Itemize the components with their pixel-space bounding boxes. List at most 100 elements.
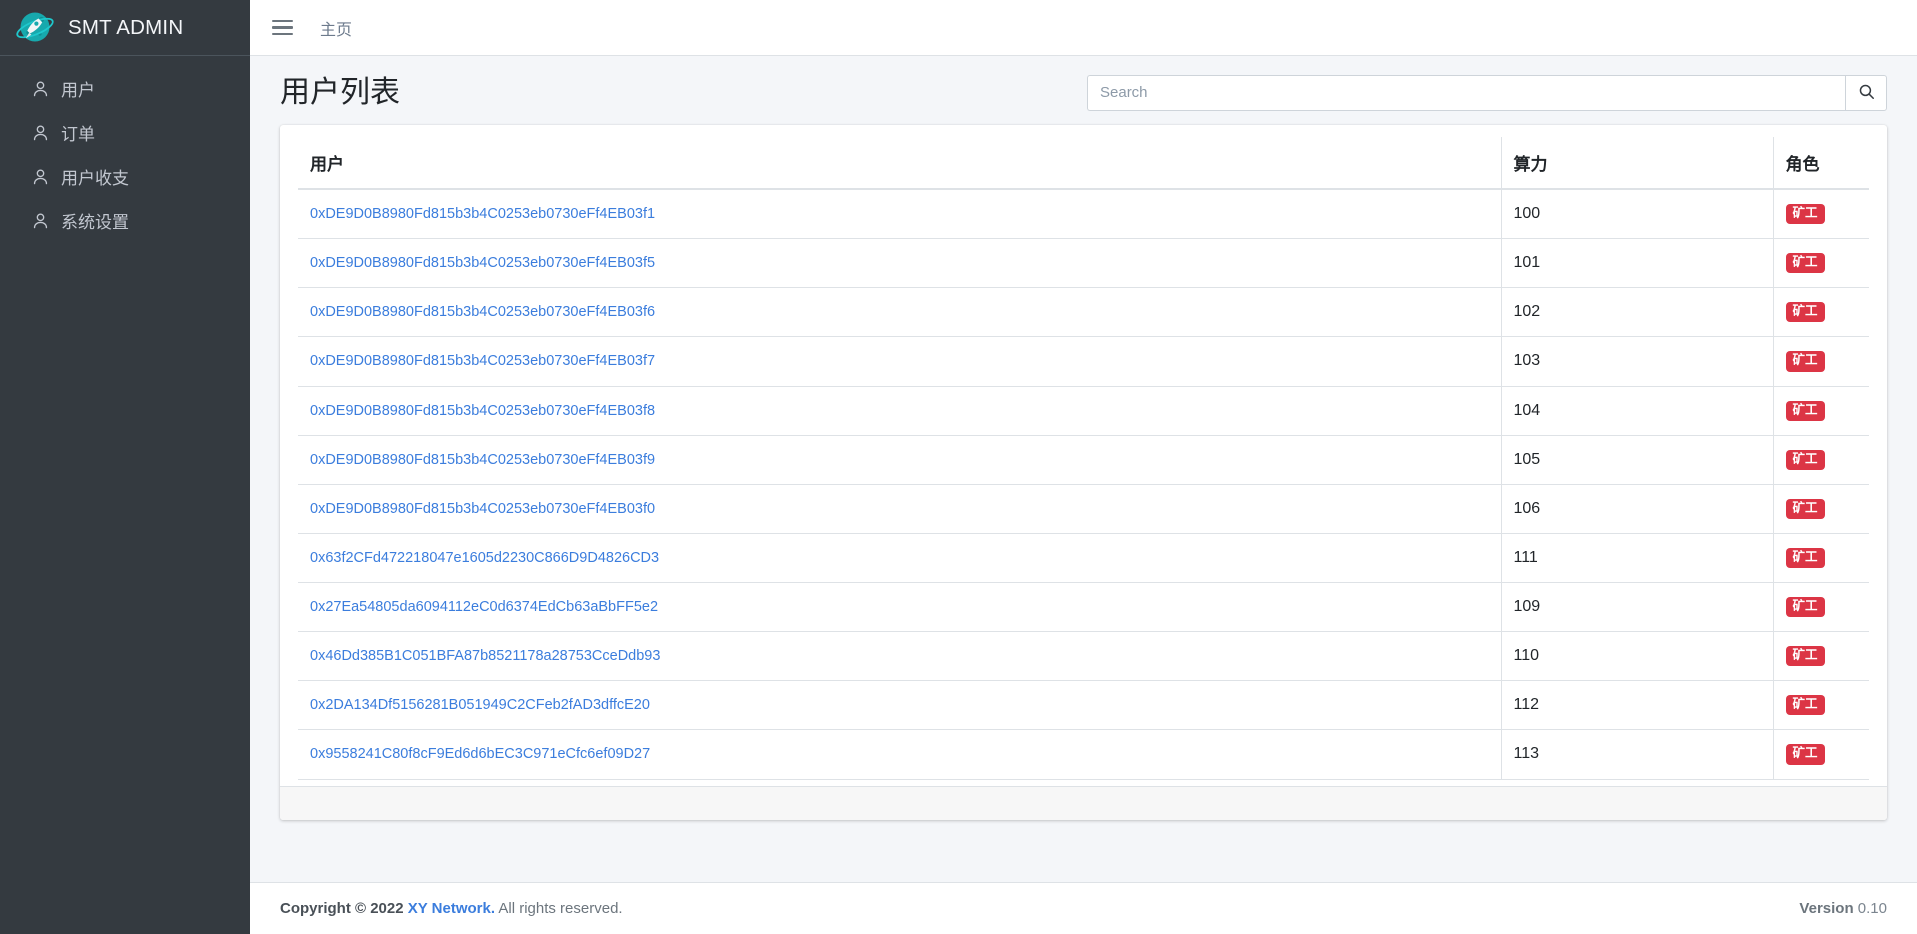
role-badge: 矿工: [1785, 597, 1825, 618]
brand-title: SMT ADMIN: [68, 15, 184, 39]
cell-user: 0xDE9D0B8980Fd815b3b4C0253eb0730eFf4EB03…: [298, 386, 1502, 436]
user-address-link[interactable]: 0xDE9D0B8980Fd815b3b4C0253eb0730eFf4EB03…: [310, 255, 655, 271]
cell-power: 104: [1501, 386, 1774, 436]
cell-user: 0xDE9D0B8980Fd815b3b4C0253eb0730eFf4EB03…: [298, 435, 1502, 485]
cell-role: 矿工: [1773, 435, 1869, 485]
cell-user: 0xDE9D0B8980Fd815b3b4C0253eb0730eFf4EB03…: [298, 238, 1502, 289]
cell-role: 矿工: [1773, 287, 1869, 338]
cell-user: 0xDE9D0B8980Fd815b3b4C0253eb0730eFf4EB03…: [298, 188, 1502, 240]
cell-power: 112: [1501, 680, 1774, 731]
power-value: 106: [1513, 499, 1541, 517]
role-badge: 矿工: [1785, 204, 1825, 225]
cell-power: 102: [1501, 287, 1774, 338]
cell-power: 106: [1501, 484, 1774, 534]
table-row: 0xDE9D0B8980Fd815b3b4C0253eb0730eFf4EB03…: [298, 435, 1869, 485]
table-row: 0x27Ea54805da6094112eC0d6374EdCb63aBbFF5…: [298, 582, 1869, 633]
table-row: 0x63f2CFd472218047e1605d2230C866D9D4826C…: [298, 533, 1869, 584]
cell-user: 0x9558241C80f8cF9Ed6d6bEC3C971eCfc6ef09D…: [298, 729, 1502, 780]
user-address-link[interactable]: 0xDE9D0B8980Fd815b3b4C0253eb0730eFf4EB03…: [310, 353, 655, 369]
table-row: 0xDE9D0B8980Fd815b3b4C0253eb0730eFf4EB03…: [298, 287, 1869, 338]
cell-role: 矿工: [1773, 336, 1869, 387]
power-value: 100: [1513, 205, 1541, 223]
cell-role: 矿工: [1773, 533, 1869, 584]
table-row: 0x9558241C80f8cF9Ed6d6bEC3C971eCfc6ef09D…: [298, 729, 1869, 780]
column-header-power: 算力: [1501, 137, 1774, 190]
admin-app-root: SMT ADMIN 用户 订单 用户收支 系统设置 主页 用户列表 Search…: [0, 0, 1917, 934]
cell-role: 矿工: [1773, 631, 1869, 682]
sidebar: SMT ADMIN 用户 订单 用户收支 系统设置: [0, 0, 250, 934]
sidebar-item-users[interactable]: 用户: [8, 67, 242, 110]
table-body: 0xDE9D0B8980Fd815b3b4C0253eb0730eFf4EB03…: [298, 188, 1869, 780]
search-button[interactable]: [1845, 74, 1887, 111]
table-row: 0xDE9D0B8980Fd815b3b4C0253eb0730eFf4EB03…: [298, 386, 1869, 436]
content-header: 用户列表: [250, 56, 1917, 119]
table-head: 用户 算力 角色: [298, 137, 1869, 190]
cell-power: 109: [1501, 582, 1774, 633]
card-footer-pagination: [280, 785, 1887, 820]
table-header-row: 用户 算力 角色: [298, 137, 1869, 190]
footer-copyright-text: Copyright © 2022: [280, 900, 404, 917]
footer-version-number: 0.10: [1857, 900, 1887, 917]
cell-role: 矿工: [1773, 386, 1869, 436]
role-badge: 矿工: [1785, 744, 1825, 765]
sidebar-item-orders[interactable]: 订单: [8, 111, 242, 154]
cell-power: 105: [1501, 435, 1774, 485]
user-address-link[interactable]: 0x2DA134Df5156281B051949C2CFeb2fAD3dffcE…: [310, 697, 650, 713]
user-address-link[interactable]: 0xDE9D0B8980Fd815b3b4C0253eb0730eFf4EB03…: [310, 452, 655, 468]
table-row: 0xDE9D0B8980Fd815b3b4C0253eb0730eFf4EB03…: [298, 238, 1869, 289]
brand-header[interactable]: SMT ADMIN: [0, 0, 250, 56]
user-icon: [30, 123, 50, 143]
role-badge: 矿工: [1785, 400, 1825, 421]
main-area: 主页 用户列表 Search 用户 算力 角色 0xDE9D0B8980Fd81…: [250, 0, 1917, 934]
footer-version-label: Version: [1799, 900, 1854, 917]
table-row: 0xDE9D0B8980Fd815b3b4C0253eb0730eFf4EB03…: [298, 484, 1869, 534]
cell-role: 矿工: [1773, 484, 1869, 534]
search-input[interactable]: [1087, 74, 1845, 111]
search-form: [1087, 74, 1887, 111]
power-value: 101: [1513, 254, 1541, 272]
sidebar-item-label: 系统设置: [61, 213, 129, 232]
cell-user: 0x63f2CFd472218047e1605d2230C866D9D4826C…: [298, 533, 1502, 584]
power-value: 111: [1513, 548, 1538, 566]
content-wrapper: 用户列表 Search 用户 算力 角色 0xDE9D0B8980Fd815b3…: [250, 56, 1917, 882]
footer-copyright: Copyright © 2022 XY Network. All rights …: [280, 900, 623, 917]
footer-rights-text: All rights reserved.: [498, 900, 623, 917]
cell-user: 0x2DA134Df5156281B051949C2CFeb2fAD3dffcE…: [298, 680, 1502, 731]
hamburger-icon[interactable]: [270, 17, 293, 39]
power-value: 109: [1513, 598, 1541, 616]
nav-link-home[interactable]: 主页: [320, 16, 352, 40]
user-address-link[interactable]: 0xDE9D0B8980Fd815b3b4C0253eb0730eFf4EB03…: [310, 403, 655, 419]
user-address-link[interactable]: 0x46Dd385B1C051BFA87b8521178a28753CceDdb…: [310, 648, 660, 664]
power-value: 112: [1513, 696, 1540, 714]
footer-brand-link[interactable]: XY Network.: [408, 900, 495, 917]
role-badge: 矿工: [1785, 646, 1825, 667]
sidebar-item-label: 用户收支: [61, 169, 129, 188]
table-row: 0xDE9D0B8980Fd815b3b4C0253eb0730eFf4EB03…: [298, 188, 1869, 240]
page-footer: Copyright © 2022 XY Network. All rights …: [250, 882, 1917, 934]
cell-power: 103: [1501, 336, 1774, 387]
role-badge: 矿工: [1785, 351, 1825, 372]
user-address-link[interactable]: 0x27Ea54805da6094112eC0d6374EdCb63aBbFF5…: [310, 599, 658, 615]
user-address-link[interactable]: 0xDE9D0B8980Fd815b3b4C0253eb0730eFf4EB03…: [310, 304, 655, 320]
cell-power: 110: [1501, 631, 1774, 682]
card-body: 用户 算力 角色 0xDE9D0B8980Fd815b3b4C0253eb073…: [280, 125, 1887, 786]
cell-role: 矿工: [1773, 729, 1869, 780]
cell-power: 101: [1501, 238, 1774, 289]
sidebar-item-user-finance[interactable]: 用户收支: [8, 155, 242, 198]
cell-role: 矿工: [1773, 188, 1869, 240]
user-list-card: 用户 算力 角色 0xDE9D0B8980Fd815b3b4C0253eb073…: [280, 125, 1887, 820]
top-navbar: 主页: [250, 0, 1917, 56]
cell-power: 100: [1501, 188, 1774, 240]
role-badge: 矿工: [1785, 547, 1825, 568]
user-table: 用户 算力 角色 0xDE9D0B8980Fd815b3b4C0253eb073…: [298, 137, 1869, 780]
content-body: 用户 算力 角色 0xDE9D0B8980Fd815b3b4C0253eb073…: [250, 119, 1917, 882]
user-address-link[interactable]: 0xDE9D0B8980Fd815b3b4C0253eb0730eFf4EB03…: [310, 206, 655, 222]
user-address-link[interactable]: 0x9558241C80f8cF9Ed6d6bEC3C971eCfc6ef09D…: [310, 746, 650, 762]
cell-user: 0xDE9D0B8980Fd815b3b4C0253eb0730eFf4EB03…: [298, 336, 1502, 387]
sidebar-item-system-settings[interactable]: 系统设置: [8, 199, 242, 242]
power-value: 105: [1513, 450, 1541, 468]
cell-user: 0xDE9D0B8980Fd815b3b4C0253eb0730eFf4EB03…: [298, 484, 1502, 534]
user-address-link[interactable]: 0x63f2CFd472218047e1605d2230C866D9D4826C…: [310, 550, 659, 566]
cell-power: 113: [1501, 729, 1774, 780]
user-address-link[interactable]: 0xDE9D0B8980Fd815b3b4C0253eb0730eFf4EB03…: [310, 501, 655, 517]
